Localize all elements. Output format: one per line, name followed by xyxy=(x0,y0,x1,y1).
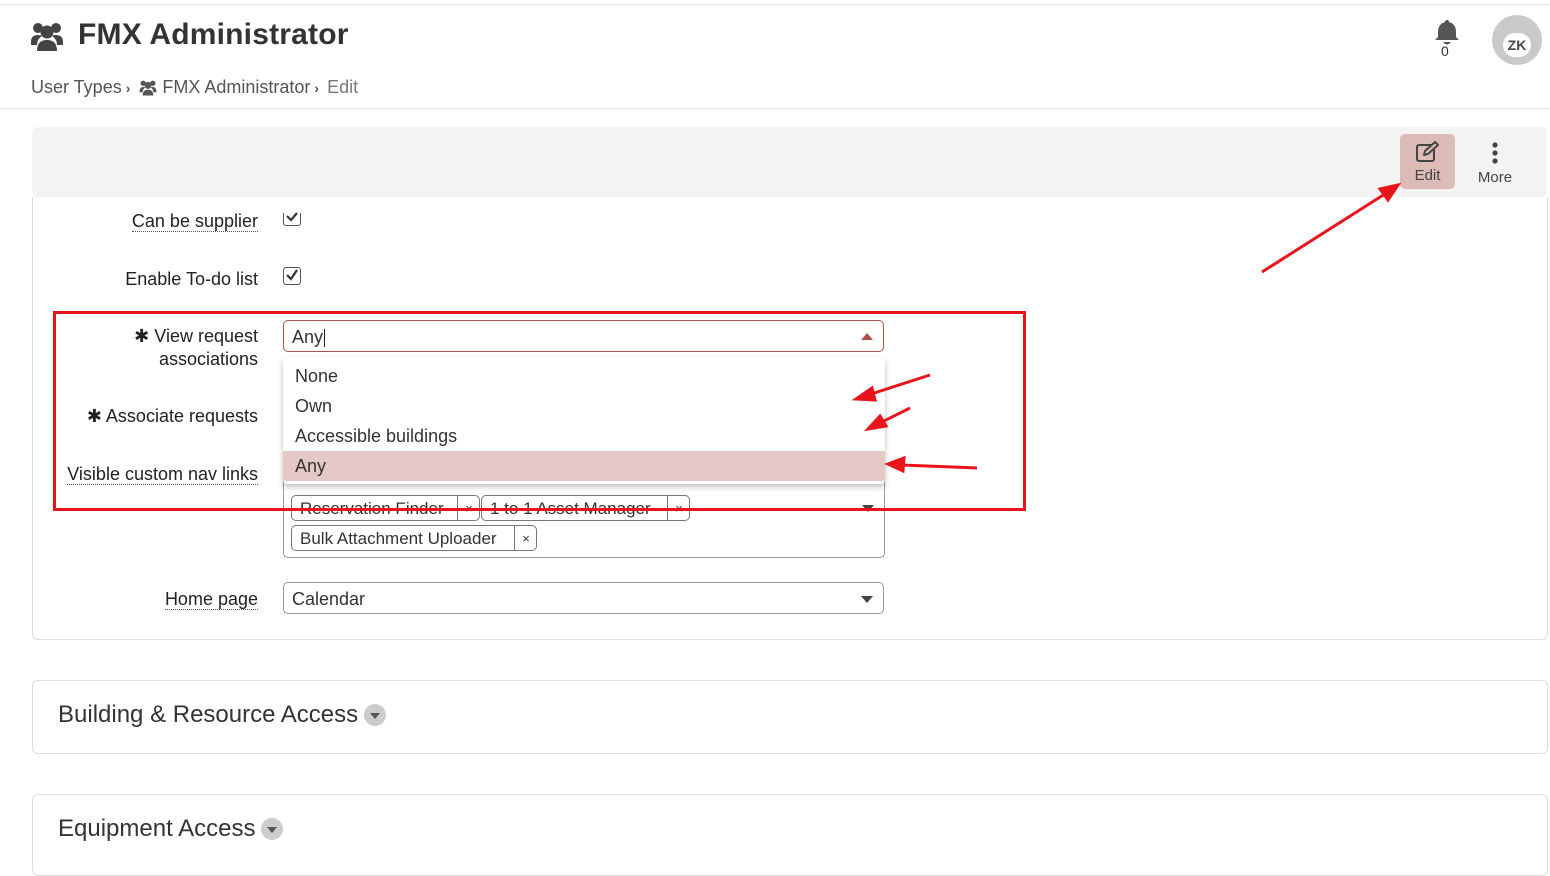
more-button[interactable]: More xyxy=(1470,134,1520,189)
edit-button[interactable]: Edit xyxy=(1400,134,1455,189)
can-be-supplier-label: Can be supplier xyxy=(131,211,258,232)
chip-remove-button[interactable]: × xyxy=(667,496,690,520)
option-any[interactable]: Any xyxy=(283,451,885,481)
required-mark: ✱ xyxy=(134,326,150,346)
check-icon xyxy=(286,269,298,281)
edit-button-label: Edit xyxy=(1414,167,1441,184)
chip-asset-manager: 1 to 1 Asset Manager × xyxy=(481,495,690,521)
chip-bulk-attachment-uploader: Bulk Attachment Uploader × xyxy=(291,525,537,551)
caret-up-icon xyxy=(861,333,873,340)
home-page-value: Calendar xyxy=(292,589,366,609)
avatar-initials[interactable]: ZK xyxy=(1503,33,1531,57)
associate-requests-label: ✱ Associate requests xyxy=(86,406,258,426)
users-icon xyxy=(139,80,157,96)
equipment-access-title[interactable]: Equipment Access xyxy=(58,815,284,843)
building-access-title[interactable]: Building & Resource Access xyxy=(58,701,387,729)
chip-remove-button[interactable]: × xyxy=(457,496,480,520)
view-request-dropdown: None Own Accessible buildings Any xyxy=(283,358,885,484)
can-be-supplier-checkbox[interactable] xyxy=(283,212,301,226)
expand-toggle-icon[interactable] xyxy=(261,817,284,840)
header-divider xyxy=(0,108,1550,109)
check-icon xyxy=(286,212,298,222)
visible-nav-links-label: Visible custom nav links xyxy=(67,464,258,485)
edit-icon xyxy=(1415,141,1439,162)
breadcrumb: User Types › FMX Administrator › Edit xyxy=(31,77,358,98)
expand-toggle-icon[interactable] xyxy=(364,703,387,726)
chevron-right-icon: › xyxy=(125,79,131,96)
notification-count: 0 xyxy=(1441,43,1449,59)
users-icon xyxy=(31,23,63,51)
chip-remove-button[interactable]: × xyxy=(514,526,537,550)
breadcrumb-fmx-administrator[interactable]: FMX Administrator xyxy=(162,77,310,98)
view-request-value: Any xyxy=(292,327,324,347)
option-accessible-buildings[interactable]: Accessible buildings xyxy=(283,421,885,451)
breadcrumb-edit: Edit xyxy=(327,77,359,97)
view-request-label: ✱ View request associations xyxy=(134,326,258,369)
breadcrumb-user-types[interactable]: User Types xyxy=(31,77,122,98)
home-page-label: Home page xyxy=(164,589,258,610)
top-border xyxy=(0,4,1550,5)
toolbar xyxy=(32,127,1547,197)
caret-down-icon xyxy=(862,505,874,512)
enable-todo-label: Enable To-do list xyxy=(125,269,258,289)
equipment-access-section[interactable]: Equipment Access xyxy=(32,794,1548,876)
building-access-section[interactable]: Building & Resource Access xyxy=(32,680,1548,754)
option-none[interactable]: None xyxy=(283,361,885,391)
page-title: FMX Administrator xyxy=(78,18,349,51)
required-mark: ✱ xyxy=(86,406,102,426)
more-vertical-icon xyxy=(1492,142,1498,164)
bell-icon[interactable] xyxy=(1434,18,1460,46)
view-request-select[interactable]: Any xyxy=(283,320,884,352)
option-own[interactable]: Own xyxy=(283,391,885,421)
chip-reservation-finder: Reservation Finder × xyxy=(291,495,480,521)
more-button-label: More xyxy=(1477,169,1513,186)
caret-down-icon xyxy=(861,596,873,603)
enable-todo-checkbox[interactable] xyxy=(283,267,301,285)
chevron-right-icon: › xyxy=(314,79,320,96)
home-page-select[interactable]: Calendar xyxy=(283,582,884,614)
